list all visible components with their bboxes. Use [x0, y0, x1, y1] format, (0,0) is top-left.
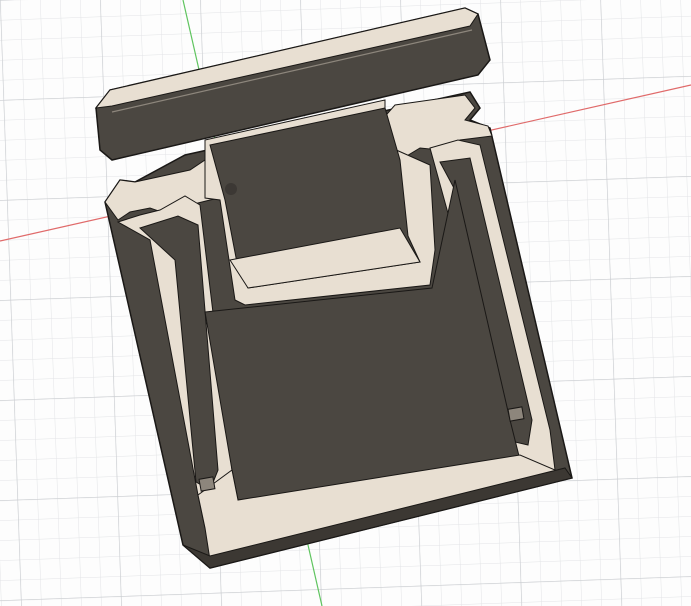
- right-notch: [507, 406, 525, 422]
- canvas: [0, 0, 691, 606]
- cad-viewport[interactable]: [0, 0, 691, 606]
- left-notch: [198, 476, 216, 492]
- origin-marker[interactable]: [225, 183, 237, 195]
